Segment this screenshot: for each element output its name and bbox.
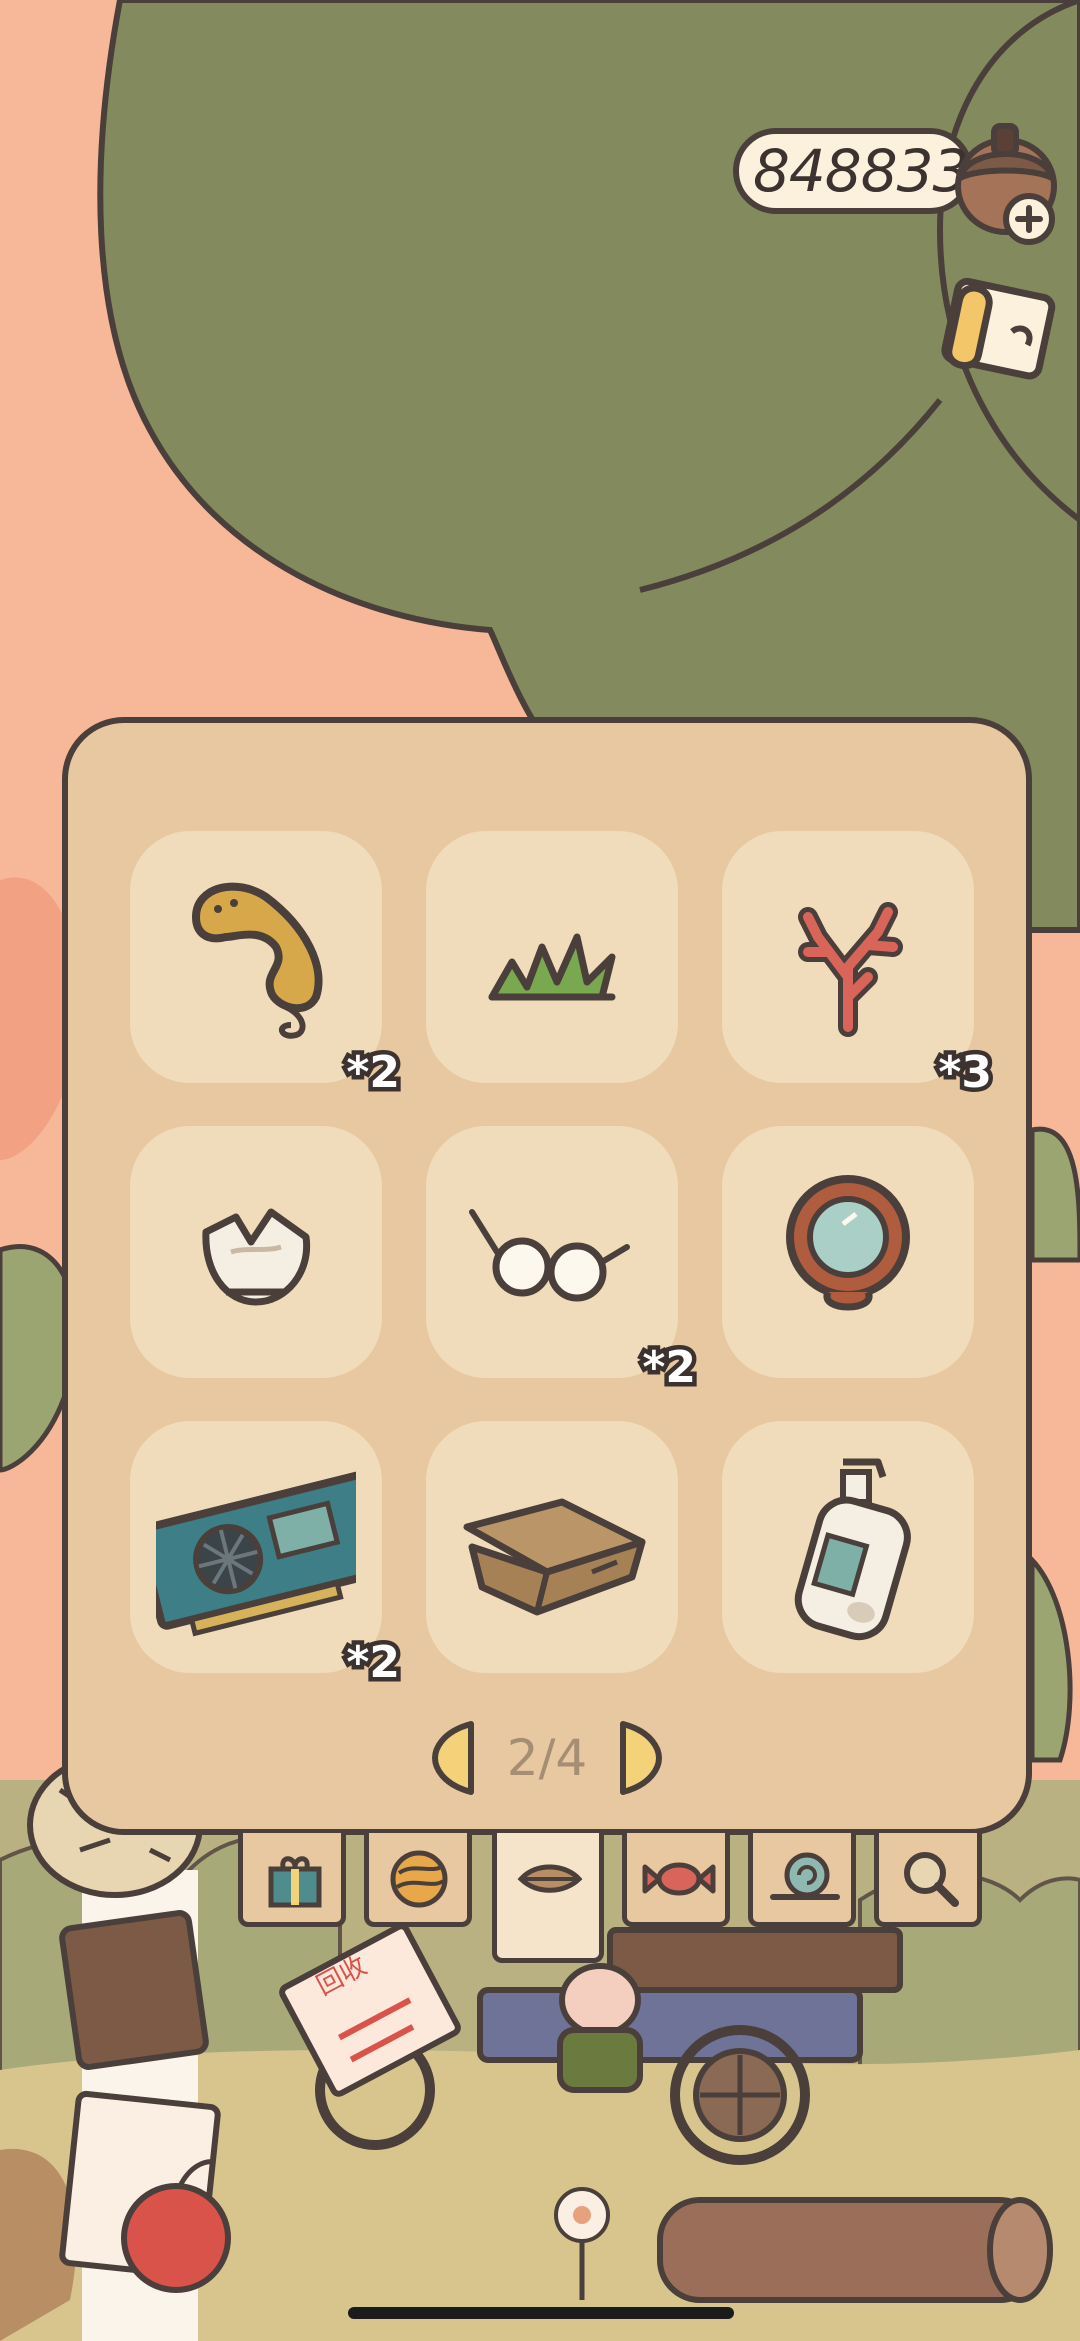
coral-icon xyxy=(798,902,903,1037)
gift-box-icon xyxy=(268,1856,322,1908)
glasses-icon xyxy=(469,1209,630,1302)
leaf-icon xyxy=(517,1864,583,1893)
currency-value: 848833 xyxy=(753,137,969,205)
inventory-slot-broken-bowl[interactable] xyxy=(130,1126,382,1378)
page-indicator: 2/4 xyxy=(506,1729,588,1787)
next-page-arrow-icon[interactable] xyxy=(619,1720,663,1796)
item-count: *2 xyxy=(638,1341,701,1394)
inventory-pager: 2/4 xyxy=(68,1718,1026,1798)
inventory-slot-soap-pump-bottle[interactable] xyxy=(722,1421,974,1673)
soap-bottle-icon xyxy=(794,1458,911,1641)
inventory-slot-pocket-mirror[interactable] xyxy=(722,1126,974,1378)
inventory-slot-graphics-card[interactable]: *2 xyxy=(130,1421,404,1689)
mirror-icon xyxy=(786,1175,910,1311)
inventory-slot-glasses[interactable]: *2 xyxy=(426,1126,700,1394)
tab-leaves[interactable] xyxy=(492,1833,604,1963)
scroll-map-icon[interactable] xyxy=(930,268,1060,392)
prev-page-arrow-icon[interactable] xyxy=(431,1720,475,1796)
candy-icon xyxy=(642,1862,716,1896)
yarn-ball-icon xyxy=(390,1850,448,1908)
item-count: *2 xyxy=(342,1636,405,1689)
inventory-slot-telephone-receiver[interactable]: *2 xyxy=(130,831,404,1099)
broken-bowl-icon xyxy=(202,1208,311,1306)
tab-gifts[interactable] xyxy=(238,1833,346,1927)
inventory-panel: *2 *3 *2 *2 2/4 xyxy=(62,717,1032,1835)
cardboard-box-icon xyxy=(463,1498,646,1616)
telephone-receiver-icon xyxy=(192,882,323,1039)
tab-candy[interactable] xyxy=(622,1833,730,1927)
inventory-slot-coral-branch[interactable]: *3 xyxy=(722,831,996,1099)
magnifier-icon xyxy=(904,1852,959,1907)
tab-search[interactable] xyxy=(874,1833,982,1927)
home-indicator[interactable] xyxy=(348,2307,734,2319)
tab-yarn[interactable] xyxy=(364,1833,472,1927)
add-currency-button[interactable] xyxy=(1003,193,1055,245)
currency-counter[interactable]: 848833 xyxy=(733,128,973,214)
snail-icon xyxy=(770,1852,840,1900)
inventory-grid: *2 *3 *2 *2 xyxy=(130,831,996,1689)
graphics-card-icon xyxy=(156,1471,356,1637)
plus-icon xyxy=(1015,205,1043,233)
grass-icon xyxy=(488,933,616,1001)
inventory-slot-cardboard-box[interactable] xyxy=(426,1421,678,1673)
inventory-slot-grass-tuft[interactable] xyxy=(426,831,678,1083)
item-count: *3 xyxy=(934,1046,997,1099)
item-count: *2 xyxy=(342,1046,405,1099)
tab-snail[interactable] xyxy=(748,1833,856,1927)
